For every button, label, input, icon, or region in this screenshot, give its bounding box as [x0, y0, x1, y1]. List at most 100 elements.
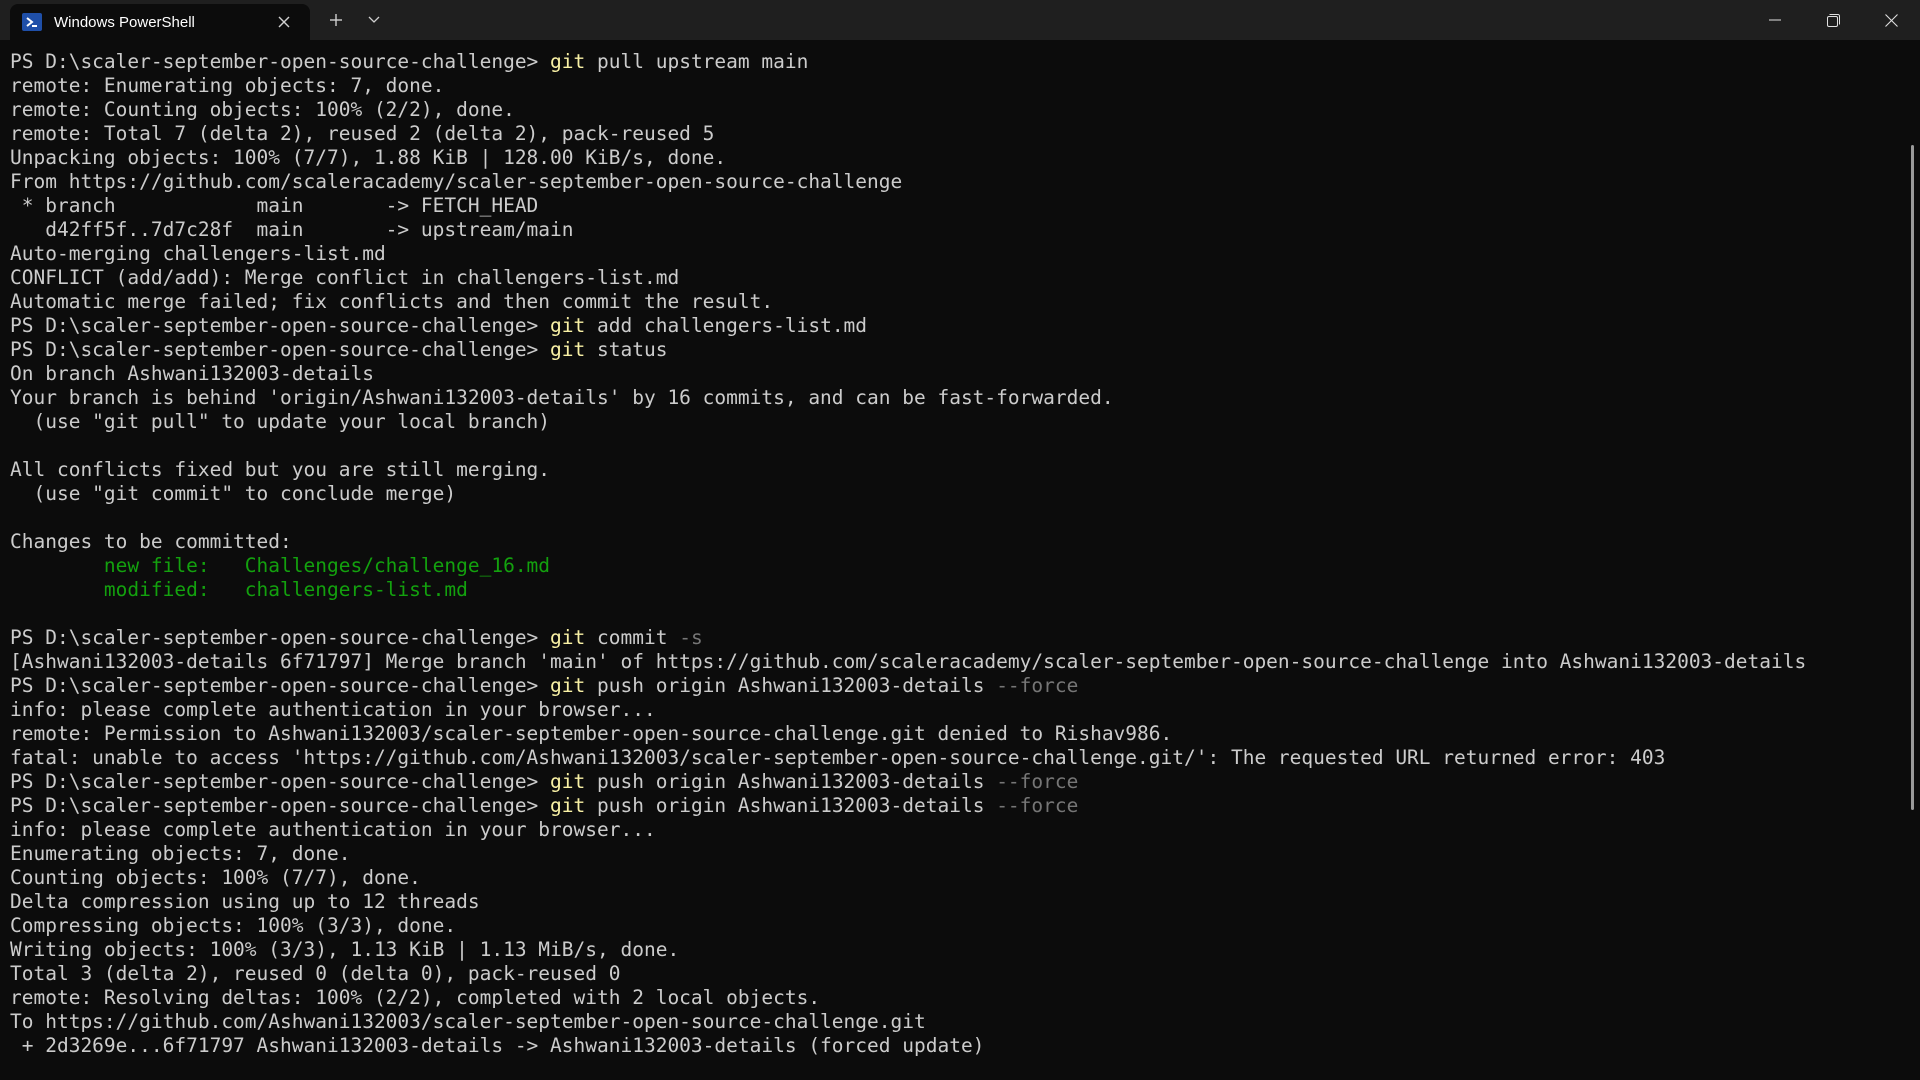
terminal-text: status	[585, 338, 668, 361]
command-keyword: git	[550, 626, 586, 649]
terminal-text: Changes to be committed:	[10, 530, 292, 553]
terminal-line: PS D:\scaler-september-open-source-chall…	[10, 314, 1906, 338]
terminal-line: remote: Enumerating objects: 7, done.	[10, 74, 1906, 98]
terminal-text: On branch Ashwani132003-details	[10, 362, 374, 385]
terminal-line: Compressing objects: 100% (3/3), done.	[10, 914, 1906, 938]
terminal-text: PS D:\scaler-september-open-source-chall…	[10, 626, 551, 649]
terminal-line: (use "git pull" to update your local bra…	[10, 410, 1906, 434]
terminal-text: Total 3 (delta 2), reused 0 (delta 0), p…	[10, 962, 621, 985]
terminal-text: add challengers-list.md	[585, 314, 868, 337]
terminal-text: (use "git pull" to update your local bra…	[10, 410, 551, 433]
terminal-text: remote: Permission to Ashwani132003/scal…	[10, 722, 1173, 745]
window-controls	[1746, 0, 1920, 40]
terminal-line: Auto-merging challengers-list.md	[10, 242, 1906, 266]
terminal-text: PS D:\scaler-september-open-source-chall…	[10, 338, 551, 361]
title-bar: Windows PowerShell	[0, 0, 1920, 40]
terminal-text: PS D:\scaler-september-open-source-chall…	[10, 770, 551, 793]
terminal-text: + 2d3269e...6f71797 Ashwani132003-detail…	[10, 1034, 985, 1057]
terminal-text: Your branch is behind 'origin/Ashwani132…	[10, 386, 1114, 409]
close-icon[interactable]	[270, 8, 298, 36]
terminal-text: remote: Total 7 (delta 2), reused 2 (del…	[10, 122, 715, 145]
command-parameter: --force	[996, 674, 1079, 697]
terminal-line: Automatic merge failed; fix conflicts an…	[10, 290, 1906, 314]
terminal-text: PS D:\scaler-september-open-source-chall…	[10, 794, 551, 817]
terminal-line: info: please complete authentication in …	[10, 818, 1906, 842]
terminal-line: PS D:\scaler-september-open-source-chall…	[10, 338, 1906, 362]
command-keyword: git	[550, 674, 586, 697]
terminal-line: Changes to be committed:	[10, 530, 1906, 554]
terminal-text: Enumerating objects: 7, done.	[10, 842, 351, 865]
terminal-line: PS D:\scaler-september-open-source-chall…	[10, 674, 1906, 698]
terminal-line: remote: Permission to Ashwani132003/scal…	[10, 722, 1906, 746]
restore-icon[interactable]	[1804, 0, 1862, 40]
terminal-text: info: please complete authentication in …	[10, 698, 656, 721]
terminal-line: Counting objects: 100% (7/7), done.	[10, 866, 1906, 890]
close-icon[interactable]	[1862, 0, 1920, 40]
terminal-text: PS D:\scaler-september-open-source-chall…	[10, 50, 551, 73]
terminal-line: PS D:\scaler-september-open-source-chall…	[10, 794, 1906, 818]
terminal-text: (use "git commit" to conclude merge)	[10, 482, 457, 505]
terminal-text: Compressing objects: 100% (3/3), done.	[10, 914, 457, 937]
terminal-text: remote: Enumerating objects: 7, done.	[10, 74, 445, 97]
command-keyword: git	[550, 338, 586, 361]
terminal-text: To https://github.com/Ashwani132003/scal…	[10, 1010, 926, 1033]
terminal-line: From https://github.com/scaleracademy/sc…	[10, 170, 1906, 194]
terminal-text: pull upstream main	[585, 50, 809, 73]
terminal-line: Unpacking objects: 100% (7/7), 1.88 KiB …	[10, 146, 1906, 170]
terminal-text: remote: Resolving deltas: 100% (2/2), co…	[10, 986, 821, 1009]
terminal-line: Enumerating objects: 7, done.	[10, 842, 1906, 866]
terminal-text: Counting objects: 100% (7/7), done.	[10, 866, 421, 889]
command-keyword: git	[550, 314, 586, 337]
terminal-text: commit	[585, 626, 680, 649]
command-keyword: git	[550, 770, 586, 793]
terminal-text: push origin Ashwani132003-details	[585, 770, 997, 793]
terminal-text: push origin Ashwani132003-details	[585, 794, 997, 817]
terminal-line: fatal: unable to access 'https://github.…	[10, 746, 1906, 770]
tab-title: Windows PowerShell	[54, 13, 195, 31]
terminal-text: info: please complete authentication in …	[10, 818, 656, 841]
tab-windows-powershell[interactable]: Windows PowerShell	[10, 4, 310, 40]
terminal-line: PS D:\scaler-september-open-source-chall…	[10, 50, 1906, 74]
terminal-line: remote: Counting objects: 100% (2/2), do…	[10, 98, 1906, 122]
terminal-text: * branch main -> FETCH_HEAD	[10, 194, 539, 217]
terminal-line: [Ashwani132003-details 6f71797] Merge br…	[10, 650, 1906, 674]
terminal-line: To https://github.com/Ashwani132003/scal…	[10, 1010, 1906, 1034]
terminal-window: Windows PowerShell PS D:\scaler-septembe…	[0, 0, 1920, 1080]
terminal-line: PS D:\scaler-september-open-source-chall…	[10, 770, 1906, 794]
terminal-text: d42ff5f..7d7c28f main -> upstream/main	[10, 218, 574, 241]
command-keyword: git	[550, 50, 586, 73]
terminal-line: remote: Total 7 (delta 2), reused 2 (del…	[10, 122, 1906, 146]
terminal-line: PS D:\scaler-september-open-source-chall…	[10, 626, 1906, 650]
vertical-scrollbar[interactable]	[1911, 145, 1914, 810]
terminal-line: Writing objects: 100% (3/3), 1.13 KiB | …	[10, 938, 1906, 962]
chevron-down-icon[interactable]	[360, 6, 388, 34]
terminal-text: Unpacking objects: 100% (7/7), 1.88 KiB …	[10, 146, 727, 169]
terminal-line: Your branch is behind 'origin/Ashwani132…	[10, 386, 1906, 410]
command-parameter: --force	[996, 770, 1079, 793]
terminal-text: [Ashwani132003-details 6f71797] Merge br…	[10, 650, 1807, 673]
terminal-output[interactable]: PS D:\scaler-september-open-source-chall…	[0, 40, 1906, 1080]
terminal-text: Delta compression using up to 12 threads	[10, 890, 480, 913]
command-parameter: --force	[996, 794, 1079, 817]
terminal-line: remote: Resolving deltas: 100% (2/2), co…	[10, 986, 1906, 1010]
terminal-line: CONFLICT (add/add): Merge conflict in ch…	[10, 266, 1906, 290]
terminal-text: push origin Ashwani132003-details	[585, 674, 997, 697]
terminal-line: All conflicts fixed but you are still me…	[10, 458, 1906, 482]
terminal-text: remote: Counting objects: 100% (2/2), do…	[10, 98, 515, 121]
terminal-text: From https://github.com/scaleracademy/sc…	[10, 170, 903, 193]
command-parameter: -s	[679, 626, 703, 649]
terminal-text: Writing objects: 100% (3/3), 1.13 KiB | …	[10, 938, 680, 961]
terminal-text: fatal: unable to access 'https://github.…	[10, 746, 1666, 769]
plus-icon[interactable]	[322, 6, 350, 34]
terminal-line: On branch Ashwani132003-details	[10, 362, 1906, 386]
terminal-text: PS D:\scaler-september-open-source-chall…	[10, 674, 551, 697]
command-keyword: git	[550, 794, 586, 817]
terminal-text: Auto-merging challengers-list.md	[10, 242, 386, 265]
terminal-line: * branch main -> FETCH_HEAD	[10, 194, 1906, 218]
minimize-icon[interactable]	[1746, 0, 1804, 40]
terminal-text: PS D:\scaler-september-open-source-chall…	[10, 314, 551, 337]
